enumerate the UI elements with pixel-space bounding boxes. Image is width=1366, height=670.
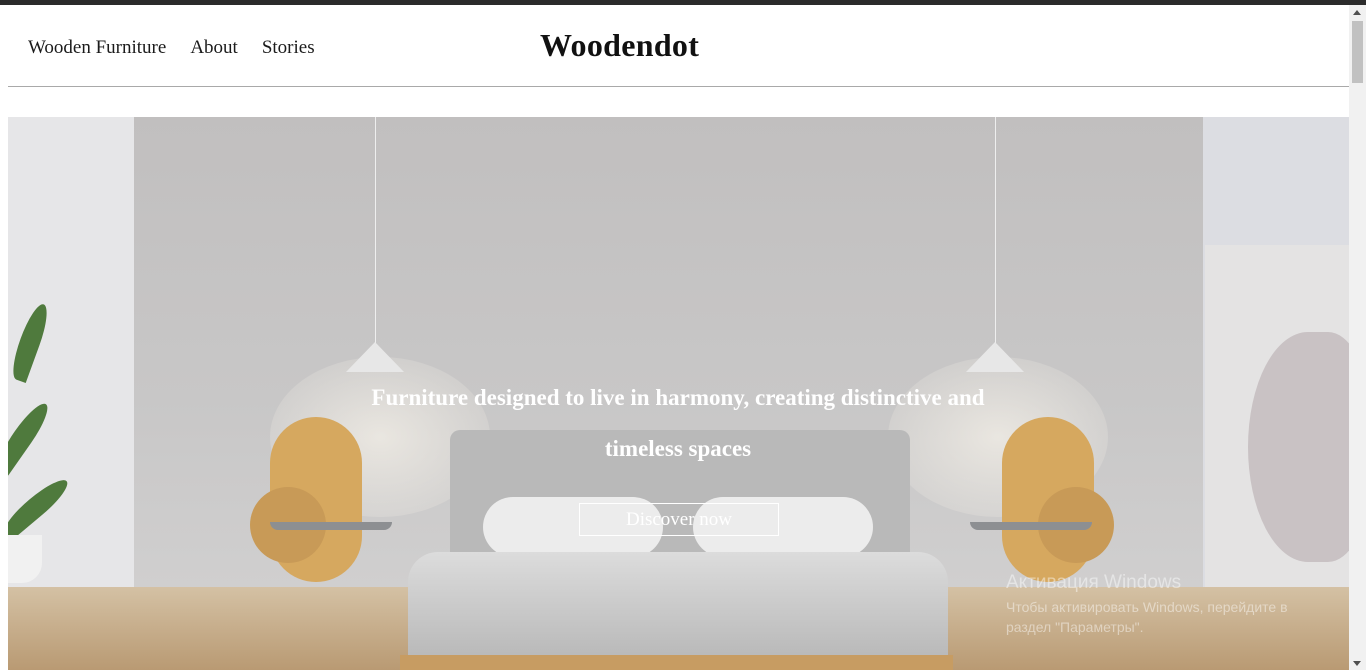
nightstand-shelf-left xyxy=(270,522,392,530)
page-scrollbar[interactable] xyxy=(1349,5,1366,670)
hero-banner: Furniture designed to live in harmony, c… xyxy=(8,117,1349,670)
site-header: Wooden Furniture About Stories Woodendot xyxy=(8,5,1349,87)
activation-watermark-subtitle: Чтобы активировать Windows, перейдите в … xyxy=(1006,599,1288,635)
lamp-cord-right xyxy=(995,117,996,345)
site-logo[interactable]: Woodendot xyxy=(540,27,699,64)
activation-watermark-title: Активация Windows xyxy=(1006,572,1182,593)
nightstand-shelf-right xyxy=(970,522,1092,530)
pendant-lamp-left xyxy=(346,342,404,372)
scroll-up-arrow-icon[interactable] xyxy=(1353,10,1361,15)
pendant-lamp-right xyxy=(966,342,1024,372)
discover-now-button[interactable]: Discover now xyxy=(579,503,779,536)
nav-link-stories[interactable]: Stories xyxy=(262,37,315,59)
nav-link-wooden-furniture[interactable]: Wooden Furniture xyxy=(28,37,166,59)
scroll-down-arrow-icon[interactable] xyxy=(1353,661,1361,666)
plant-pot xyxy=(8,535,42,583)
nav-link-about[interactable]: About xyxy=(190,37,238,59)
scrollbar-thumb[interactable] xyxy=(1352,21,1363,83)
hero-headline: Furniture designed to live in harmony, c… xyxy=(371,385,985,461)
lamp-cord-left xyxy=(375,117,376,345)
main-nav: Wooden Furniture About Stories xyxy=(28,37,315,59)
bed-mattress xyxy=(408,552,948,657)
bed-base xyxy=(400,655,953,670)
